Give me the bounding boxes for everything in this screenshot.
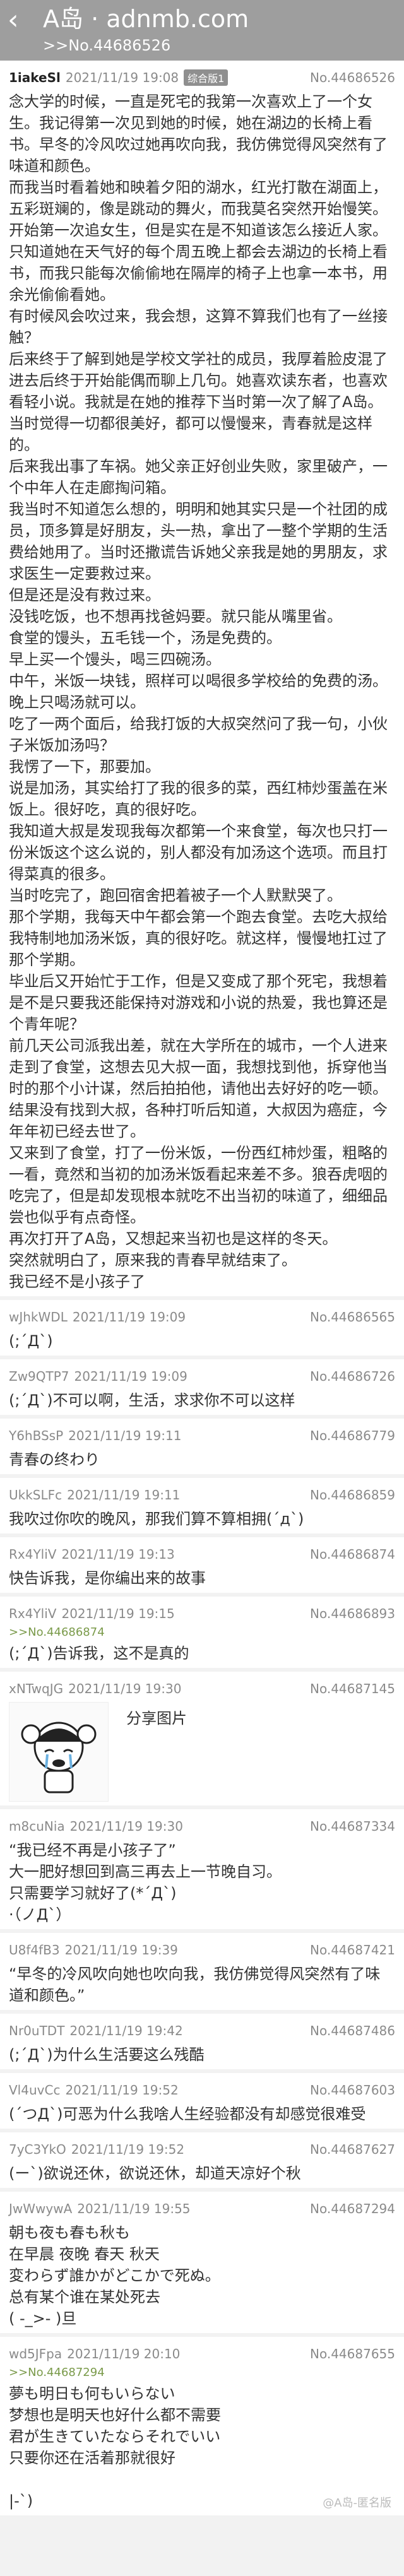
share-image-label: 分享图片 (126, 1710, 187, 1727)
post-content: 朝も夜も春も秋も 在早晨 夜晚 春天 秋天 変わらず誰かがどこかで死ぬ。 总有某… (9, 2224, 220, 2327)
post-no[interactable]: No.44686526 (310, 70, 395, 85)
post-no[interactable]: No.44686565 (310, 1309, 395, 1325)
post-content: 我吹过你吹的晚风，那我们算不算相拥(´д`) (9, 1510, 304, 1528)
post-content: 青春の终わり (9, 1451, 100, 1468)
board-badge[interactable]: 综合版1 (184, 69, 229, 86)
post-no[interactable]: No.44686726 (310, 1369, 395, 1384)
post-uid: Zw9QTP7 (9, 1369, 69, 1384)
app-title: A岛 · adnmb.com (43, 5, 249, 33)
quote-ref[interactable]: >>No.44686874 (9, 1626, 395, 1639)
post-time: 2021/11/19 20:10 (67, 2346, 181, 2361)
reply: Zw9QTP7 2021/11/19 19:09 No.44686726 (;´… (0, 1359, 404, 1415)
post-uid: Rx4YliV (9, 1547, 57, 1562)
reply: xNTwqJG 2021/11/19 19:30 No.44687145 分享图… (0, 1672, 404, 1805)
post-time: 2021/11/19 19:42 (69, 2023, 183, 2038)
post-time: 2021/11/19 19:52 (71, 2142, 185, 2157)
post-time: 2021/11/19 19:09 (74, 1369, 187, 1384)
post-no[interactable]: No.44687486 (310, 2023, 395, 2038)
post-time: 2021/11/19 19:08 (65, 70, 179, 85)
reply: Vl4uvCc 2021/11/19 19:52 No.44687603 (´つ… (0, 2073, 404, 2129)
post-time: 2021/11/19 19:39 (64, 1942, 178, 1958)
post-uid: xNTwqJG (9, 1681, 64, 1696)
post-content: (;´Д`)为什么生活要这么残酷 (9, 2046, 205, 2064)
app-header: ‹ A岛 · adnmb.com >>No.44686526 (0, 0, 404, 61)
reply: wJhkWDL 2021/11/19 19:09 No.44686565 (;´… (0, 1300, 404, 1356)
post-content: 念大学的时候，一直是死宅的我第一次喜欢上了一个女生。我记得第一次见到她的时候，她… (9, 93, 388, 1291)
post-no[interactable]: No.44687334 (310, 1819, 395, 1834)
post-uid: wd5JFpa (9, 2346, 62, 2361)
post-no[interactable]: No.44687145 (310, 1681, 395, 1696)
post-no[interactable]: No.44686779 (310, 1428, 395, 1443)
post-time: 2021/11/19 19:11 (68, 1428, 182, 1443)
post-uid: Vl4uvCc (9, 2083, 61, 2098)
post-time: 2021/11/19 19:55 (77, 2201, 191, 2216)
post-uid: Rx4YliV (9, 1606, 57, 1621)
post-no[interactable]: No.44686893 (310, 1606, 395, 1621)
reply: m8cuNia 2021/11/19 19:30 No.44687334 “我已… (0, 1809, 404, 1929)
post-uid: Nr0uTDT (9, 2023, 65, 2038)
post-main: 1iakeSl 2021/11/19 19:08 综合版1 No.4468652… (0, 61, 404, 1296)
reply: Y6hBSsP 2021/11/19 19:11 No.44686779 青春の… (0, 1419, 404, 1474)
post-content: 夢も明日も何もいらない 梦想也是明天也好什么都不需要 君が生きていたならそれでい… (9, 2385, 221, 2510)
post-uid: U8f4fB3 (9, 1942, 60, 1958)
post-uid: JwWwywA (9, 2201, 73, 2216)
reply: wd5JFpa 2021/11/19 20:10 No.44687655 >>N… (0, 2337, 404, 2515)
reply: Rx4YliV 2021/11/19 19:15 No.44686893 >>N… (0, 1597, 404, 1668)
thread-id[interactable]: >>No.44686526 (43, 37, 170, 54)
post-uid: 7yC3YkO (9, 2142, 66, 2157)
reply: UkkSLFc 2021/11/19 19:11 No.44686859 我吹过… (0, 1478, 404, 1533)
crying-girl-icon (21, 1722, 97, 1793)
post-time: 2021/11/19 19:11 (67, 1487, 181, 1503)
post-uid: 1iakeSl (9, 70, 61, 85)
post-time: 2021/11/19 19:13 (61, 1547, 175, 1562)
post-no[interactable]: No.44687627 (310, 2142, 395, 2157)
post-content: “早冬的冷风吹向她也吹向我，我仿佛觉得风突然有了味道和颜色。” (9, 1965, 381, 2004)
post-content: (´つД`)可恶为什么我啥人生经验都没有却感觉很难受 (9, 2105, 366, 2123)
post-uid: UkkSLFc (9, 1487, 62, 1503)
post-no[interactable]: No.44687294 (310, 2201, 395, 2216)
reply: 7yC3YkO 2021/11/19 19:52 No.44687627 (ー`… (0, 2132, 404, 2188)
watermark: @A岛-匿名版 (323, 2496, 391, 2510)
post-time: 2021/11/19 19:52 (65, 2083, 179, 2098)
quote-ref[interactable]: >>No.44687294 (9, 2366, 395, 2379)
post-time: 2021/11/19 19:15 (61, 1606, 175, 1621)
post-no[interactable]: No.44687655 (310, 2346, 395, 2361)
reply: Nr0uTDT 2021/11/19 19:42 No.44687486 (;´… (0, 2014, 404, 2069)
reply: Rx4YliV 2021/11/19 19:13 No.44686874 快告诉… (0, 1537, 404, 1593)
post-time: 2021/11/19 19:30 (69, 1819, 183, 1834)
post-no[interactable]: No.44687421 (310, 1942, 395, 1958)
post-list: 1iakeSl 2021/11/19 19:08 综合版1 No.4468652… (0, 61, 404, 2515)
post-no[interactable]: No.44686874 (310, 1547, 395, 1562)
back-arrow-icon[interactable]: ‹ (8, 6, 19, 34)
post-content: “我已经不再是小孩子了” 大一肥好想回到高三再去上一节晚自习。 只需要学习就好了… (9, 1841, 282, 1923)
post-time: 2021/11/19 19:09 (72, 1309, 186, 1325)
post-uid: wJhkWDL (9, 1309, 68, 1325)
post-no[interactable]: No.44687603 (310, 2083, 395, 2098)
post-uid: Y6hBSsP (9, 1428, 64, 1443)
post-content: (ー`)欲说还休，欲说还休，却道天凉好个秋 (9, 2165, 301, 2182)
reply: U8f4fB3 2021/11/19 19:39 No.44687421 “早冬… (0, 1933, 404, 2010)
post-no[interactable]: No.44686859 (310, 1487, 395, 1503)
post-content: (;´Д`)不可以啊，生活，求求你不可以这样 (9, 1391, 295, 1409)
post-content: (;´Д`) (9, 1332, 53, 1350)
post-uid: m8cuNia (9, 1819, 65, 1834)
post-content: (;´Д`)告诉我，这不是真的 (9, 1645, 189, 1662)
post-time: 2021/11/19 19:30 (68, 1681, 182, 1696)
crying-girl-icon[interactable] (9, 1702, 109, 1802)
post-content: 快告诉我，是你编出来的故事 (9, 1569, 206, 1587)
reply: JwWwywA 2021/11/19 19:55 No.44687294 朝も夜… (0, 2192, 404, 2333)
